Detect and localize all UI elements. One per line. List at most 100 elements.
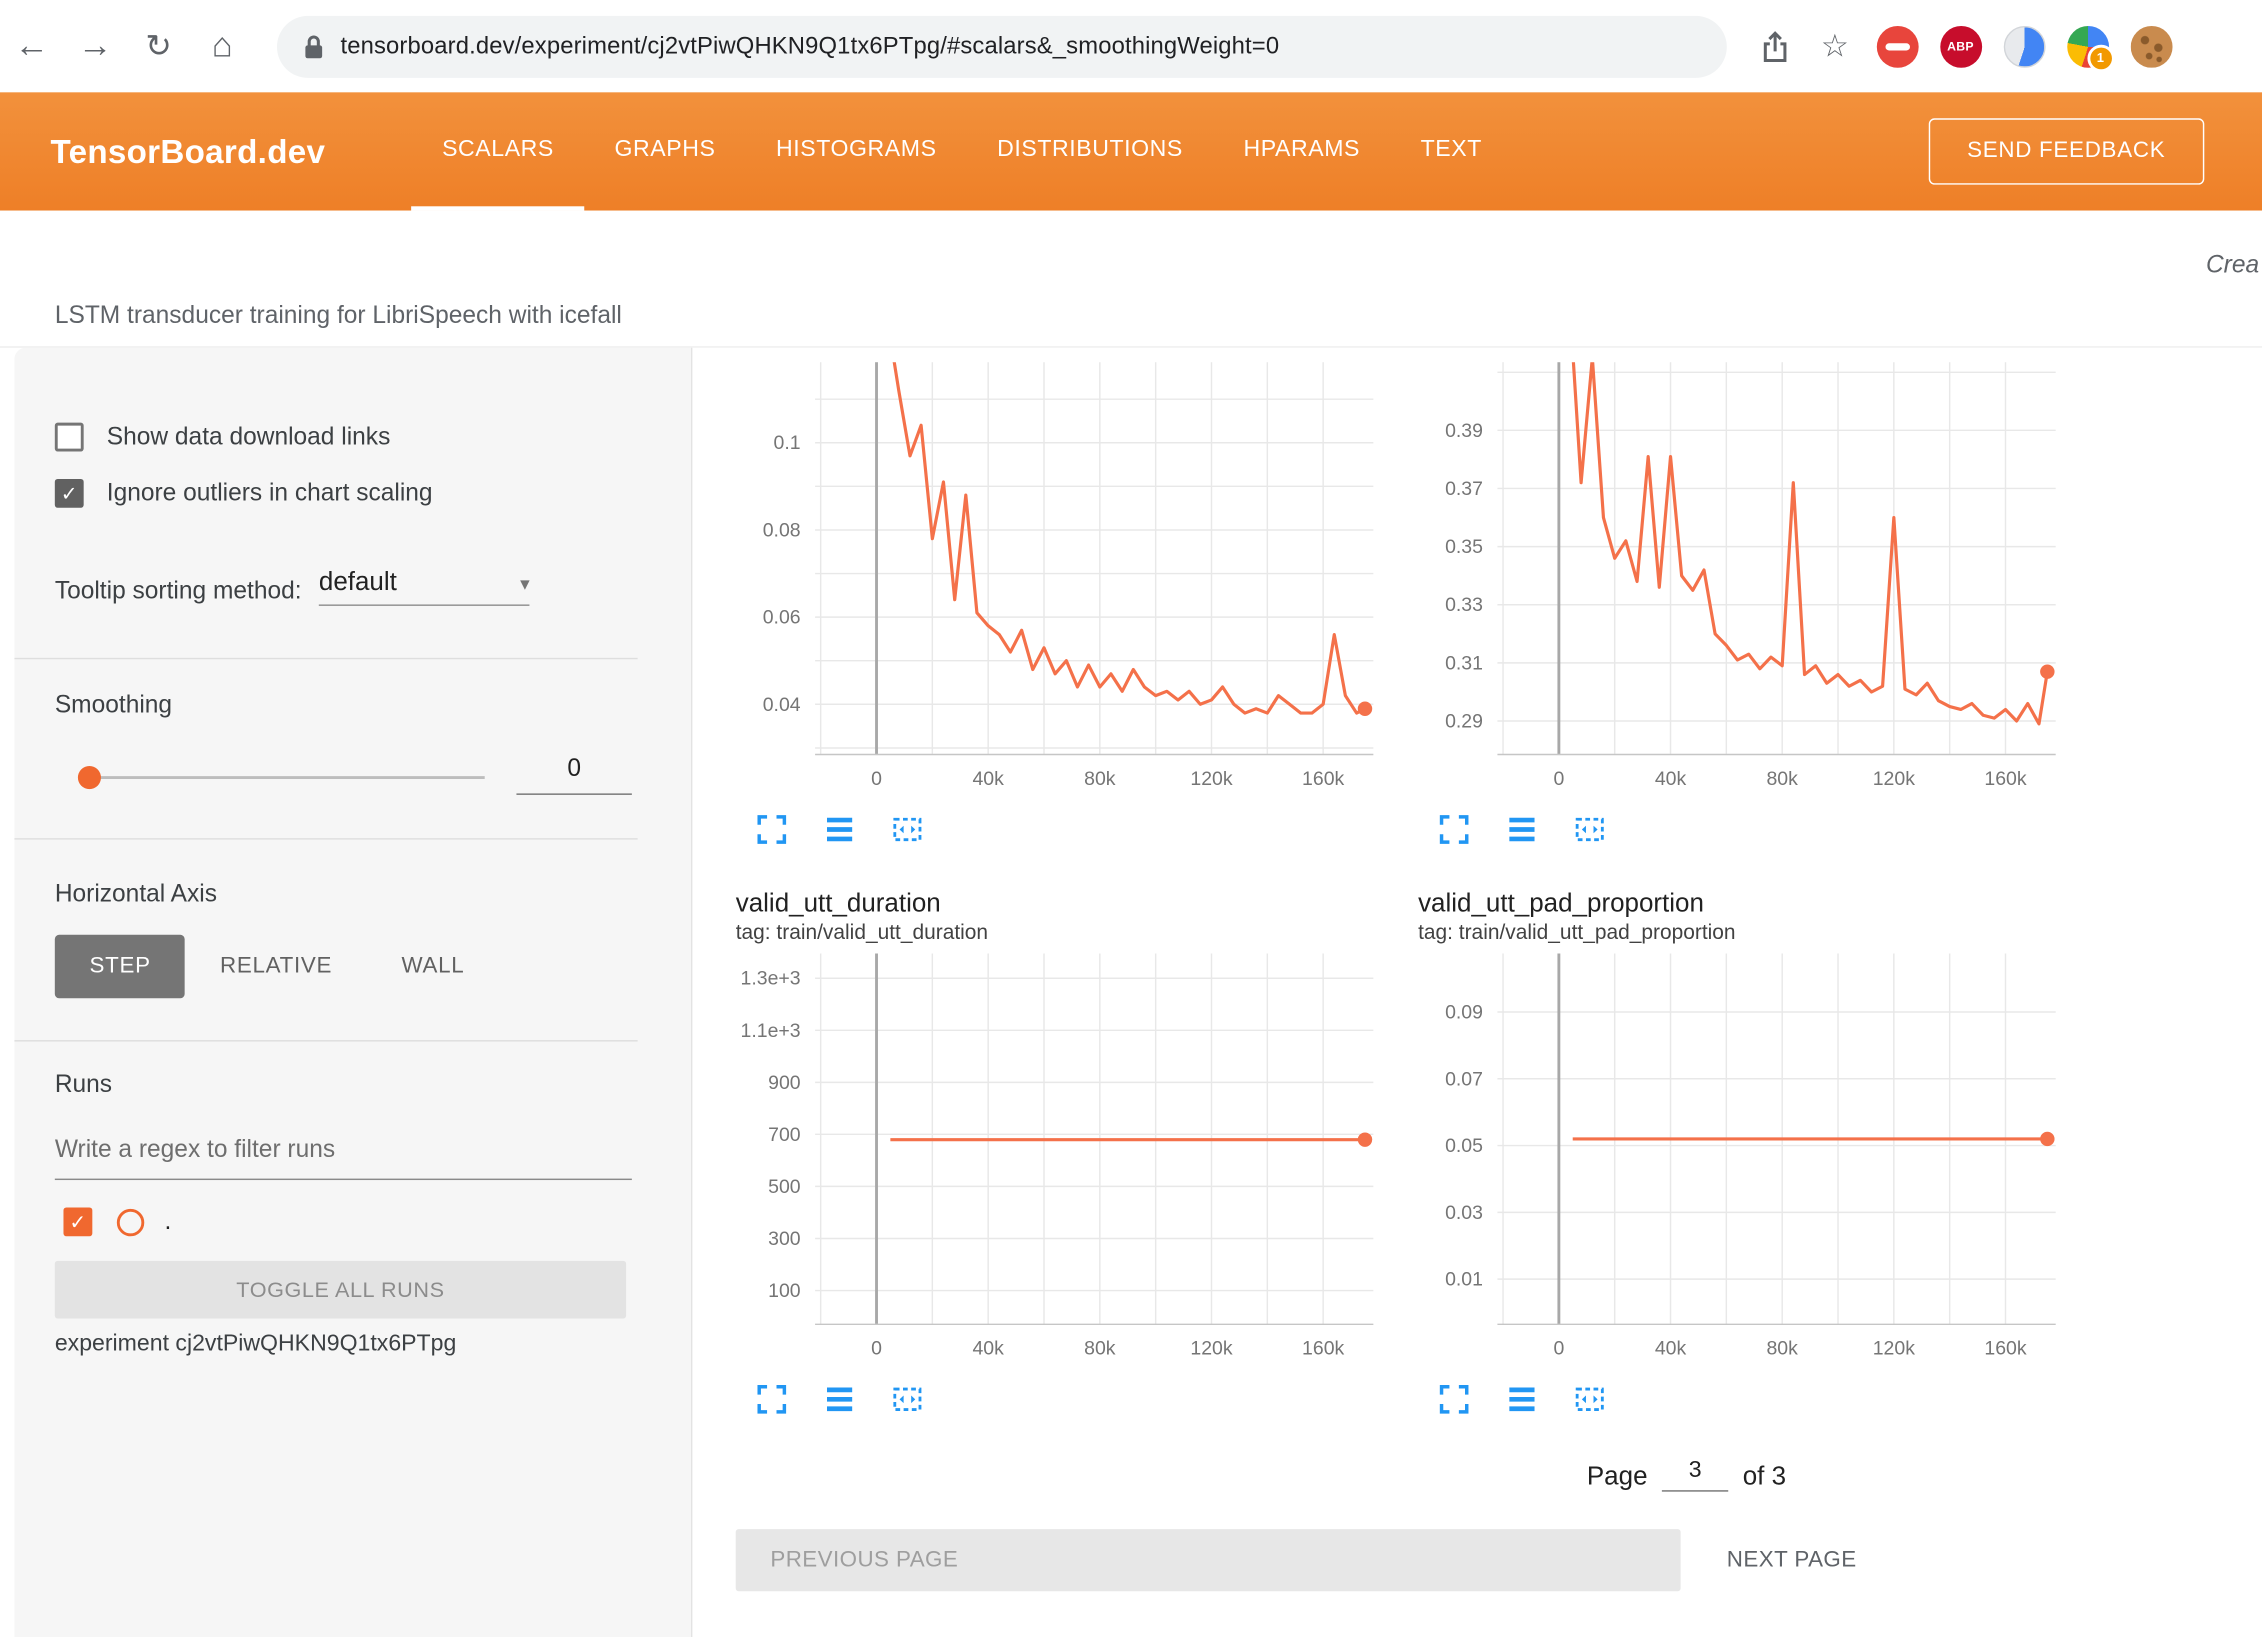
scalar-chart-plot[interactable]: 0.290.310.330.350.370.39040k80k120k160k: [1404, 362, 2068, 798]
browser-toolbar: ← → ↻ ⌂ tensorboard.dev/experiment/cj2vt…: [0, 0, 2262, 92]
svg-text:900: 900: [768, 1072, 801, 1094]
next-page-button[interactable]: NEXT PAGE: [1718, 1546, 1865, 1575]
brand-logo[interactable]: TensorBoard.dev: [50, 92, 325, 210]
extension-badge: 1: [2087, 44, 2114, 71]
svg-text:1.3e+3: 1.3e+3: [741, 968, 801, 990]
expand-chart-icon[interactable]: [753, 811, 791, 849]
content-area: Show data download links ✓ Ignore outlie…: [0, 346, 2262, 1637]
data-table-icon[interactable]: [1503, 1381, 1541, 1419]
chart-tag: tag: train/valid_utt_duration: [736, 922, 1400, 945]
tab-scalars[interactable]: SCALARS: [412, 92, 584, 210]
svg-text:80k: 80k: [1084, 768, 1116, 790]
scalar-chart-plot[interactable]: 0.010.030.050.070.09040k80k120k160k: [1404, 954, 2068, 1368]
pie-extension-icon[interactable]: [2003, 25, 2045, 67]
send-feedback-button[interactable]: SEND FEEDBACK: [1928, 118, 2204, 184]
tab-graphs[interactable]: GRAPHS: [584, 92, 746, 210]
charts-main: 0.040.060.080.1040k80k120k160k0.290.310.…: [692, 348, 2262, 1637]
tab-text[interactable]: TEXT: [1390, 92, 1512, 210]
svg-text:0.33: 0.33: [1445, 594, 1483, 616]
top-right-partial-text: Crea: [2206, 251, 2259, 280]
tooltip-sorting-row: Tooltip sorting method: default ▾: [55, 567, 530, 606]
chart-actions: [753, 1381, 1399, 1419]
tab-histograms[interactable]: HISTOGRAMS: [746, 92, 967, 210]
scalar-chart-card: 0.040.060.080.1040k80k120k160k: [721, 348, 1399, 849]
nav-tabs: SCALARSGRAPHSHISTOGRAMSDISTRIBUTIONSHPAR…: [412, 92, 1512, 210]
share-icon[interactable]: [1744, 30, 1805, 63]
run-color-circle-icon: [117, 1208, 144, 1235]
axis-option-relative[interactable]: RELATIVE: [185, 935, 366, 998]
axis-option-step[interactable]: STEP: [55, 935, 186, 998]
address-bar[interactable]: tensorboard.dev/experiment/cj2vtPiwQHKN9…: [277, 15, 1727, 77]
page-number-input[interactable]: 3: [1662, 1458, 1728, 1491]
data-table-icon[interactable]: [821, 1381, 859, 1419]
expand-chart-icon[interactable]: [753, 1381, 791, 1419]
scalar-chart-card: valid_utt_durationtag: train/valid_utt_d…: [721, 880, 1399, 1418]
run-name: .: [164, 1207, 171, 1236]
fit-domain-icon[interactable]: [889, 811, 927, 849]
svg-text:0: 0: [1553, 768, 1564, 790]
svg-text:0.05: 0.05: [1445, 1135, 1483, 1157]
scalar-chart-plot[interactable]: 1003005007009001.1e+31.3e+3040k80k120k16…: [721, 954, 1385, 1368]
run-checkbox-checked-icon[interactable]: ✓: [63, 1207, 92, 1236]
data-table-icon[interactable]: [1503, 811, 1541, 849]
chart-actions: [1435, 811, 2081, 849]
previous-page-button[interactable]: PREVIOUS PAGE: [736, 1529, 1681, 1591]
checkbox-checked-icon[interactable]: ✓: [55, 479, 84, 508]
tab-distributions[interactable]: DISTRIBUTIONS: [967, 92, 1213, 210]
svg-text:0.07: 0.07: [1445, 1068, 1483, 1090]
horizontal-axis-label: Horizontal Axis: [55, 880, 217, 909]
fit-domain-icon[interactable]: [1571, 1381, 1609, 1419]
home-icon[interactable]: ⌂: [190, 26, 253, 66]
scalar-chart-card: valid_utt_pad_proportion tag: train/valid…: [1404, 880, 2082, 1418]
expand-chart-icon[interactable]: [1435, 811, 1473, 849]
abp-extension-icon[interactable]: ABP: [1940, 25, 1982, 67]
tooltip-sorting-dropdown[interactable]: default ▾: [319, 567, 530, 606]
colorful-extension-icon[interactable]: 1: [2067, 25, 2109, 67]
svg-text:40k: 40k: [972, 1338, 1004, 1360]
fit-domain-icon[interactable]: [1571, 811, 1609, 849]
toggle-all-runs-button[interactable]: TOGGLE ALL RUNS: [55, 1261, 626, 1319]
svg-text:160k: 160k: [1302, 768, 1344, 790]
show-download-links-checkbox-row[interactable]: Show data download links: [55, 423, 391, 452]
svg-text:0.39: 0.39: [1445, 420, 1483, 442]
svg-text:0.1: 0.1: [774, 432, 801, 454]
charts-grid: 0.040.060.080.1040k80k120k160k0.290.310.…: [721, 348, 2262, 1418]
chart-title: valid_utt_pad_proportion: [1418, 889, 2082, 919]
tensorboard-header: TensorBoard.dev SCALARSGRAPHSHISTOGRAMSD…: [0, 92, 2262, 210]
page-root: ← → ↻ ⌂ tensorboard.dev/experiment/cj2vt…: [0, 0, 2262, 1636]
reload-icon[interactable]: ↻: [127, 27, 190, 65]
back-icon[interactable]: ←: [0, 26, 63, 66]
smoothing-value-input[interactable]: 0: [516, 754, 631, 794]
smoothing-slider-handle[interactable]: [78, 766, 101, 789]
fit-domain-icon[interactable]: [889, 1381, 927, 1419]
svg-text:160k: 160k: [1302, 1338, 1344, 1360]
chart-tag: tag: train/valid_utt_pad_proportion: [1418, 922, 2082, 945]
page-buttons: PREVIOUS PAGE NEXT PAGE: [736, 1529, 2262, 1591]
runs-filter-input[interactable]: Write a regex to filter runs: [55, 1135, 632, 1180]
chart-actions: [753, 811, 1399, 849]
expand-chart-icon[interactable]: [1435, 1381, 1473, 1419]
scalar-chart-plot[interactable]: 0.040.060.080.1040k80k120k160k: [721, 362, 1385, 798]
horizontal-axis-buttons: STEPRELATIVEWALL: [55, 935, 499, 998]
svg-text:0.06: 0.06: [763, 607, 801, 629]
smoothing-slider-track[interactable]: [87, 776, 485, 779]
bookmark-star-icon[interactable]: ☆: [1805, 27, 1866, 65]
experiment-id-label: experiment cj2vtPiwQHKN9Q1tx6PTpg: [55, 1332, 457, 1358]
run-row[interactable]: ✓ .: [63, 1207, 171, 1236]
svg-text:0.29: 0.29: [1445, 711, 1483, 733]
svg-text:120k: 120k: [1873, 1338, 1915, 1360]
svg-text:0.31: 0.31: [1445, 652, 1483, 674]
svg-text:40k: 40k: [972, 768, 1004, 790]
chart-actions: [1435, 1381, 2081, 1419]
experiment-description: LSTM transducer training for LibriSpeech…: [55, 302, 622, 331]
axis-option-wall[interactable]: WALL: [367, 935, 499, 998]
tab-hparams[interactable]: HPARAMS: [1213, 92, 1390, 210]
forward-icon[interactable]: →: [63, 26, 126, 66]
checkbox-unchecked-icon[interactable]: [55, 423, 84, 452]
ignore-outliers-checkbox-row[interactable]: ✓ Ignore outliers in chart scaling: [55, 479, 433, 508]
data-table-icon[interactable]: [821, 811, 859, 849]
divider: [14, 1040, 637, 1041]
cookie-extension-icon[interactable]: [2130, 25, 2172, 67]
svg-text:80k: 80k: [1766, 768, 1798, 790]
adblock-extension-icon[interactable]: [1876, 25, 1918, 67]
